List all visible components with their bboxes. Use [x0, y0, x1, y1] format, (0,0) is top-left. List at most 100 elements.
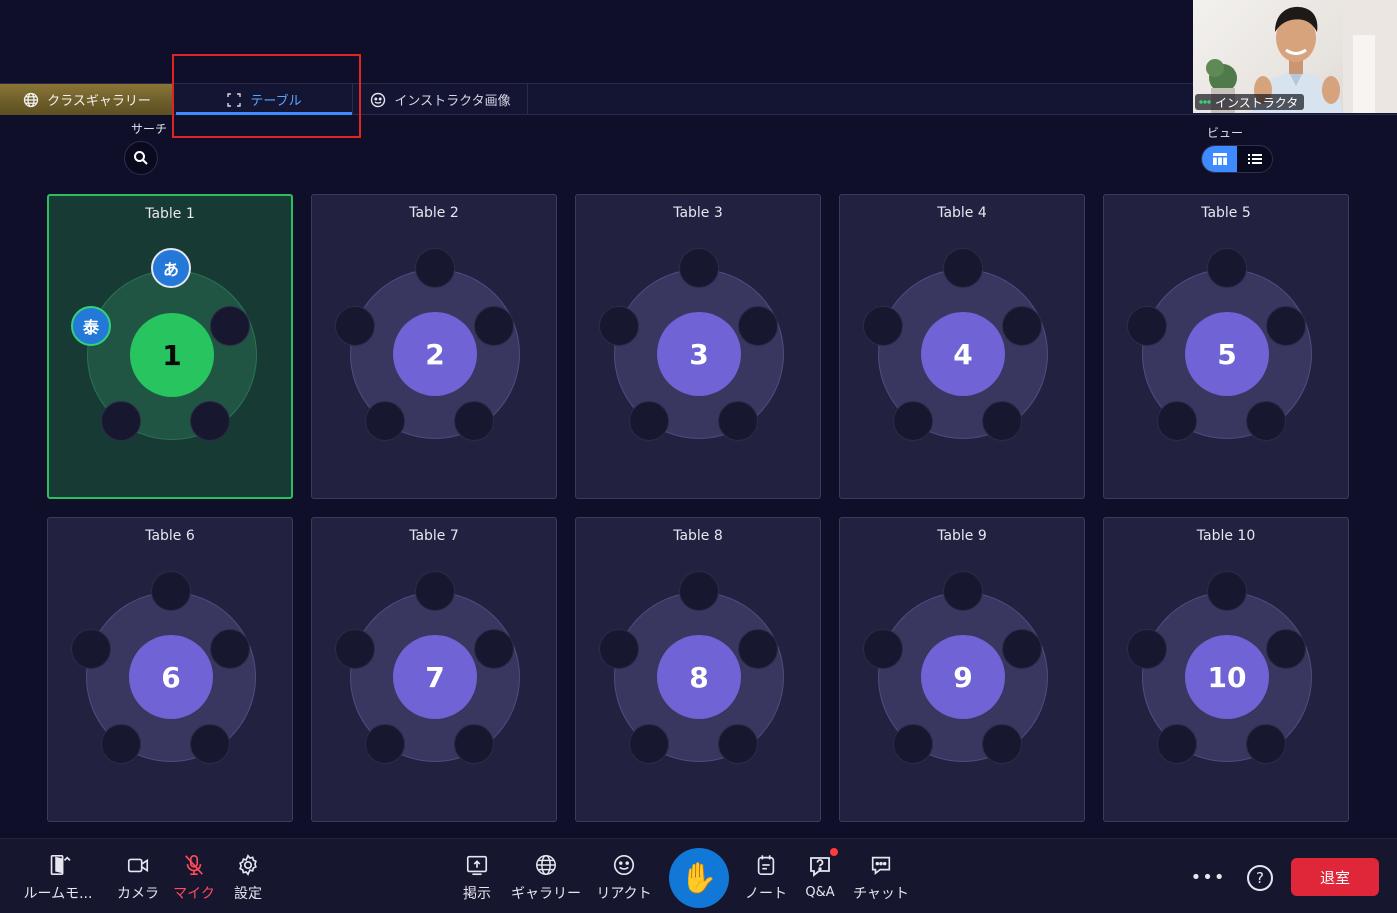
seat-empty[interactable] [1002, 306, 1042, 346]
qa-button[interactable]: Q&A [800, 848, 840, 903]
mic-button[interactable]: マイク [170, 853, 218, 903]
raised-hand-icon: ✋ [680, 860, 718, 896]
search-button[interactable] [124, 141, 158, 175]
instructor-video-tile[interactable]: インストラクタ [1193, 0, 1397, 113]
table-card[interactable]: Table 9 9 [839, 517, 1085, 822]
help-button[interactable]: ? [1247, 865, 1273, 891]
seat-empty[interactable] [893, 724, 933, 764]
search-icon [134, 151, 148, 165]
seat-empty[interactable] [629, 401, 669, 441]
seat-empty[interactable] [1246, 401, 1286, 441]
table-name: Table 1 [145, 206, 195, 222]
seat-empty[interactable] [365, 724, 405, 764]
video-camera-icon [127, 858, 149, 873]
seat-empty[interactable] [893, 401, 933, 441]
chat-button[interactable]: チャット [850, 853, 912, 903]
table-card[interactable]: Table 7 7 [311, 517, 557, 822]
seat-empty[interactable] [335, 306, 375, 346]
seat-empty[interactable] [599, 629, 639, 669]
seat-empty[interactable] [1246, 724, 1286, 764]
seat-empty[interactable] [863, 306, 903, 346]
seat-empty[interactable] [151, 571, 191, 611]
seat-empty[interactable] [738, 629, 778, 669]
share-button[interactable]: 掲示 [456, 853, 498, 903]
seat-empty[interactable] [1002, 629, 1042, 669]
seat-empty[interactable] [1127, 306, 1167, 346]
seat-occupied[interactable]: 泰 [71, 306, 111, 346]
seat-empty[interactable] [629, 724, 669, 764]
table-card[interactable]: Table 10 10 [1103, 517, 1349, 822]
seat-empty[interactable] [679, 571, 719, 611]
seat-occupied[interactable]: あ [151, 248, 191, 288]
seat-empty[interactable] [1207, 571, 1247, 611]
chat-label: チャット [853, 886, 909, 902]
gear-icon [239, 854, 257, 876]
seat-empty[interactable] [190, 401, 230, 441]
smile-icon [371, 92, 386, 107]
mic-off-icon [185, 854, 203, 876]
seat-empty[interactable] [1127, 629, 1167, 669]
help-icon: ? [1256, 869, 1264, 887]
more-options-button[interactable]: ••• [1191, 864, 1225, 890]
table-name: Table 10 [1196, 528, 1256, 544]
seat-empty[interactable] [943, 248, 983, 288]
list-view-button[interactable] [1237, 146, 1272, 172]
camera-button[interactable]: カメラ [114, 853, 162, 903]
search-label: サーチ [131, 122, 168, 136]
seat-empty[interactable] [365, 401, 405, 441]
table-card[interactable]: Table 3 3 [575, 194, 821, 499]
seat-empty[interactable] [718, 724, 758, 764]
table-card[interactable]: Table 2 2 [311, 194, 557, 499]
seat-empty[interactable] [474, 629, 514, 669]
seat-empty[interactable] [415, 248, 455, 288]
seat-empty[interactable] [982, 724, 1022, 764]
share-label: 掲示 [463, 886, 491, 902]
table-name: Table 9 [937, 528, 987, 544]
seat-empty[interactable] [454, 401, 494, 441]
seat-empty[interactable] [1266, 306, 1306, 346]
seat-empty[interactable] [1207, 248, 1247, 288]
notes-button[interactable]: ノート [742, 853, 790, 903]
seat-empty[interactable] [1157, 401, 1197, 441]
react-button[interactable]: リアクト [593, 853, 655, 903]
table-card[interactable]: Table 4 4 [839, 194, 1085, 499]
seat-empty[interactable] [943, 571, 983, 611]
seat-empty[interactable] [101, 401, 141, 441]
leave-button[interactable]: 退室 [1291, 858, 1379, 896]
seat-empty[interactable] [454, 724, 494, 764]
seat-empty[interactable] [982, 401, 1022, 441]
seat-empty[interactable] [335, 629, 375, 669]
grid-view-button[interactable] [1202, 146, 1237, 172]
room-mode-button[interactable]: ルームモ... [16, 853, 100, 903]
tab-instructor-image[interactable]: インストラクタ画像 [354, 84, 528, 115]
seat-empty[interactable] [718, 401, 758, 441]
seat-empty[interactable] [738, 306, 778, 346]
seat-empty[interactable] [210, 629, 250, 669]
seat-empty[interactable] [190, 724, 230, 764]
raise-hand-button[interactable]: ✋ [669, 848, 729, 908]
seat-empty[interactable] [599, 306, 639, 346]
seat-empty[interactable] [863, 629, 903, 669]
door-icon [50, 854, 71, 876]
table-card[interactable]: Table 6 6 [47, 517, 293, 822]
table-card[interactable]: Table 8 8 [575, 517, 821, 822]
seat-empty[interactable] [1266, 629, 1306, 669]
tab-instructor-label: インストラクタ画像 [394, 94, 511, 109]
seat-empty[interactable] [210, 306, 250, 346]
seat-empty[interactable] [1157, 724, 1197, 764]
seat-empty[interactable] [679, 248, 719, 288]
seat-empty[interactable] [415, 571, 455, 611]
question-bubble-icon [810, 857, 830, 877]
table-name: Table 5 [1201, 205, 1251, 221]
table-card[interactable]: Table 5 5 [1103, 194, 1349, 499]
gallery-button[interactable]: ギャラリー [506, 853, 586, 903]
seat-empty[interactable] [101, 724, 141, 764]
seat-empty[interactable] [71, 629, 111, 669]
tab-class-gallery[interactable]: クラスギャラリー [0, 84, 174, 115]
tab-class-gallery-label: クラスギャラリー [47, 94, 151, 109]
table-card[interactable]: Table 1 1 あ泰 [47, 194, 293, 499]
ellipsis-icon: ••• [1190, 866, 1226, 888]
room-mode-label: ルームモ... [23, 886, 93, 902]
settings-button[interactable]: 設定 [226, 853, 270, 903]
seat-empty[interactable] [474, 306, 514, 346]
